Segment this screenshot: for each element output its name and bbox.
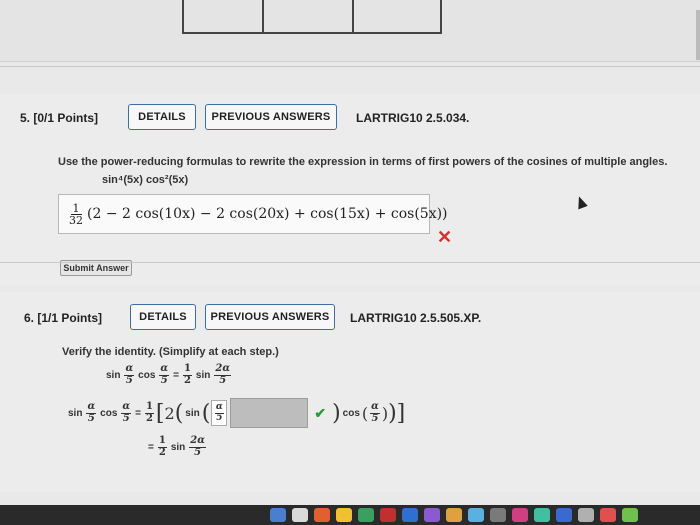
- previous-answers-button[interactable]: PREVIOUS ANSWERS: [205, 104, 337, 130]
- app-icon[interactable]: [578, 508, 594, 522]
- details-button[interactable]: DETAILS: [128, 104, 196, 130]
- previous-question-strip: [0, 0, 700, 62]
- taskbar: [0, 505, 700, 525]
- app-icon[interactable]: [534, 508, 550, 522]
- x-mark-icon: ✕: [437, 227, 453, 247]
- graph-line: [262, 0, 264, 34]
- app-icon[interactable]: [380, 508, 396, 522]
- course-code: LARTRIG10 2.5.505.XP.: [350, 311, 482, 325]
- app-icon[interactable]: [512, 508, 528, 522]
- question-expression: sin⁴(5x) cos²(5x): [102, 174, 189, 186]
- app-icon[interactable]: [270, 508, 286, 522]
- angle-input[interactable]: α5: [211, 400, 228, 426]
- app-icon[interactable]: [292, 508, 308, 522]
- app-icon[interactable]: [424, 508, 440, 522]
- divider: [0, 262, 700, 263]
- question-5: 5. [0/1 Points] DETAILS PREVIOUS ANSWERS…: [0, 94, 700, 286]
- coefficient-numerator: 1: [70, 201, 82, 215]
- graph-line: [182, 0, 184, 34]
- verification-step-2: = 1 2 sin 2α 5: [148, 435, 206, 458]
- app-icon[interactable]: [446, 508, 462, 522]
- app-icon[interactable]: [358, 508, 374, 522]
- app-icon[interactable]: [468, 508, 484, 522]
- app-icon[interactable]: [490, 508, 506, 522]
- question-instruction: Use the power-reducing formulas to rewri…: [58, 156, 668, 168]
- previous-answers-button[interactable]: PREVIOUS ANSWERS: [205, 304, 335, 330]
- question-number: 5. [0/1 Points]: [20, 111, 99, 125]
- question-6: 6. [1/1 Points] DETAILS PREVIOUS ANSWERS…: [0, 292, 700, 492]
- question-6-header: 6. [1/1 Points] DETAILS PREVIOUS ANSWERS…: [0, 304, 700, 334]
- graph-line: [440, 0, 442, 34]
- app-icon[interactable]: [600, 508, 616, 522]
- app-icon[interactable]: [556, 508, 572, 522]
- app-icon[interactable]: [402, 508, 418, 522]
- graph-line: [352, 0, 354, 34]
- answer-body: (2 − 2 cos(10x) − 2 cos(20x) + cos(15x) …: [87, 206, 448, 222]
- graph-line: [182, 32, 442, 34]
- app-icon[interactable]: [336, 508, 352, 522]
- multiplier-input[interactable]: [230, 398, 309, 428]
- divider: [0, 66, 700, 67]
- app-icon[interactable]: [314, 508, 330, 522]
- coefficient-denominator: 32: [69, 213, 83, 227]
- graph-border: [696, 10, 700, 60]
- verification-step-1: sin α 5 cos α 5 = 1 2 [2(sin( α5 ✔ ) cos(α 5))]: [66, 398, 405, 428]
- answer-field[interactable]: 1 32 (2 − 2 cos(10x) − 2 cos(20x) + cos(…: [58, 194, 448, 234]
- question-instruction: Verify the identity. (Simplify at each s…: [62, 346, 279, 358]
- details-button[interactable]: DETAILS: [130, 304, 196, 330]
- identity-equation: sin α 5 cos α 5 = 1 2 sin 2α 5: [106, 363, 232, 386]
- app-icon[interactable]: [622, 508, 638, 522]
- question-number: 6. [1/1 Points]: [24, 311, 103, 325]
- question-5-header: 5. [0/1 Points] DETAILS PREVIOUS ANSWERS…: [0, 104, 700, 134]
- answer-coefficient: 1 32: [67, 203, 85, 226]
- checkmark-icon: ✔: [314, 404, 327, 421]
- course-code: LARTRIG10 2.5.034.: [356, 111, 470, 125]
